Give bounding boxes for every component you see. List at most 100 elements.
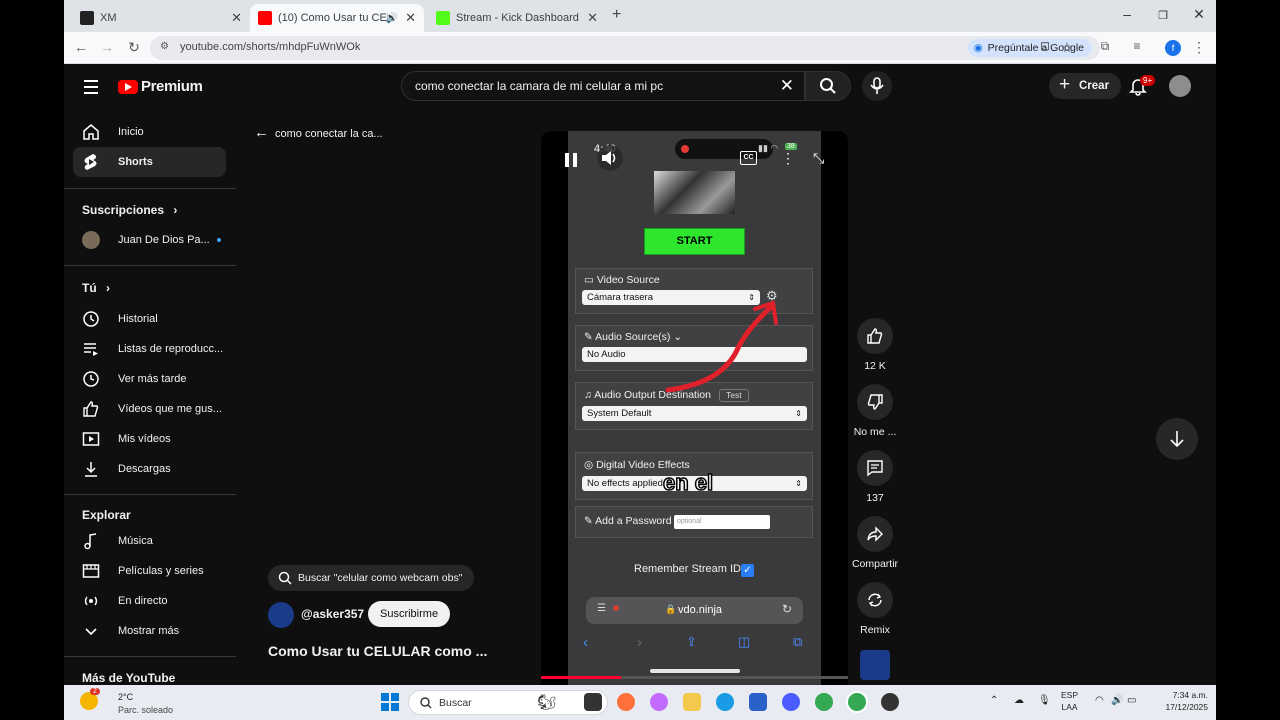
subscriptions-heading[interactable]: Suscripciones › xyxy=(82,203,177,217)
create-button[interactable]: Crear xyxy=(1049,72,1122,99)
sidebar-item-downloads[interactable]: Descargas xyxy=(73,454,226,484)
you-heading[interactable]: Tú › xyxy=(82,281,110,295)
sidebar-item-watch-later[interactable]: Ver más tarde xyxy=(73,364,226,394)
home-indicator xyxy=(650,669,740,673)
divider xyxy=(64,494,236,495)
taskbar-search-label: Buscar xyxy=(439,697,472,709)
like-button[interactable] xyxy=(857,318,893,354)
pause-icon[interactable] xyxy=(564,152,578,168)
back-to-search-button[interactable]: ← como conectar la ca... xyxy=(254,124,383,141)
install-app-icon[interactable]: ⊡ xyxy=(1036,39,1054,53)
video-progress-bar[interactable] xyxy=(541,676,848,679)
safari-forward-icon: › xyxy=(637,634,642,651)
chrome-active-icon[interactable] xyxy=(848,693,866,711)
language-indicator[interactable]: ESP LAA xyxy=(1061,689,1078,713)
subscribe-button[interactable]: Suscribirme xyxy=(368,601,451,627)
account-avatar[interactable] xyxy=(1169,75,1191,97)
speaker-tray-icon[interactable]: 🔊 xyxy=(1111,695,1123,707)
channel-name[interactable]: @asker357 xyxy=(301,607,364,621)
reload-icon[interactable]: ↻ xyxy=(125,39,143,56)
show-hidden-icons[interactable]: ⌃ xyxy=(990,695,998,707)
new-tab-button[interactable]: + xyxy=(612,6,621,24)
arc-icon[interactable] xyxy=(782,693,800,711)
dislike-button[interactable] xyxy=(857,384,893,420)
start-button[interactable]: START xyxy=(644,228,745,255)
remember-checkbox[interactable]: ✓ xyxy=(741,564,754,577)
profile-avatar[interactable]: f xyxy=(1165,40,1181,56)
back-arrow-icon: ← xyxy=(254,124,269,141)
sidebar-item-playlists[interactable]: Listas de reproducc... xyxy=(73,334,226,364)
speaker-icon[interactable]: 🔊 xyxy=(386,13,398,24)
close-tab-icon[interactable]: ✕ xyxy=(587,10,598,26)
windows-start-icon[interactable] xyxy=(381,693,399,711)
battery-tray-icon[interactable]: ▭ xyxy=(1127,695,1136,707)
chrome-icon[interactable] xyxy=(815,693,833,711)
channel-thumbnail[interactable] xyxy=(860,650,890,680)
youtube-logo[interactable]: Premium xyxy=(118,78,203,95)
tab-search-icon[interactable]: ⧉ xyxy=(1096,39,1114,54)
search-button[interactable] xyxy=(805,71,851,101)
mic-tray-icon[interactable]: 🎙 xyxy=(1038,695,1051,707)
close-tab-icon[interactable]: ✕ xyxy=(231,10,242,26)
taskbar-search[interactable]: Buscar 🐿 xyxy=(408,690,608,715)
file-explorer-icon[interactable] xyxy=(683,693,701,711)
bookmark-star-icon[interactable]: ☆ xyxy=(1058,39,1076,56)
task-view-icon[interactable] xyxy=(584,693,602,711)
tab-kick[interactable]: Stream - Kick Dashboard ✕ xyxy=(428,4,606,32)
site-info-icon[interactable]: ⚙ xyxy=(160,41,169,52)
sidebar-item-films[interactable]: Películas y series xyxy=(73,556,226,586)
channel-avatar[interactable] xyxy=(268,602,294,628)
close-window-button[interactable]: ✕ xyxy=(1182,6,1216,23)
share-button[interactable] xyxy=(857,516,893,552)
captions-button[interactable]: CC xyxy=(740,151,757,165)
edge-icon[interactable] xyxy=(716,693,734,711)
hamburger-menu-icon[interactable] xyxy=(84,80,98,98)
address-bar[interactable]: ⚙ youtube.com/shorts/mhdpFuWnWOk ◉ Pregú… xyxy=(150,36,1100,60)
wifi-icon[interactable]: ◠ xyxy=(1095,695,1104,707)
sidebar-item-my-videos[interactable]: Mis vídeos xyxy=(73,424,226,454)
obs-icon[interactable] xyxy=(881,693,899,711)
sidebar-item-liked[interactable]: Vídeos que me gus... xyxy=(73,394,226,424)
clear-search-icon[interactable]: ✕ xyxy=(780,76,794,96)
shorts-player[interactable]: 4:40 ▮▮ ◠ 38 START ▭ Video Source Cámara… xyxy=(541,131,848,685)
close-tab-icon[interactable]: ✕ xyxy=(405,10,416,26)
sidebar-item-inicio[interactable]: Inicio xyxy=(73,117,226,147)
sidebar-item-show-more[interactable]: Mostrar más xyxy=(73,616,226,646)
sidebar-item-historial[interactable]: Historial xyxy=(73,304,226,334)
forward-arrow-icon[interactable]: → xyxy=(98,39,116,55)
more-options-icon[interactable]: ⋮ xyxy=(781,150,795,167)
password-input[interactable]: optional xyxy=(674,515,770,529)
fullscreen-icon[interactable]: ⤡ xyxy=(813,150,824,167)
sidebar-item-live[interactable]: En directo xyxy=(73,586,226,616)
sidebar-item-subscription[interactable]: Juan De Dios Pa... xyxy=(73,225,226,255)
voice-search-button[interactable] xyxy=(862,71,892,101)
minimize-button[interactable]: – xyxy=(1110,6,1144,22)
firefox-icon[interactable] xyxy=(617,693,635,711)
search-suggestion-chip[interactable]: Buscar "celular como webcam obs" xyxy=(268,565,475,591)
share-icon xyxy=(867,526,883,542)
chevron-right-icon: › xyxy=(106,281,111,295)
next-short-button[interactable] xyxy=(1156,418,1198,460)
remix-button[interactable] xyxy=(857,582,893,618)
weather-condition: Parc. soleado xyxy=(118,705,174,715)
copilot-icon[interactable] xyxy=(650,693,668,711)
back-arrow-icon[interactable]: ← xyxy=(72,39,90,55)
clock[interactable]: 7:34 a.m. 17/12/2025 xyxy=(1158,689,1208,713)
sidebar-item-shorts[interactable]: Shorts xyxy=(73,147,226,177)
menu-kebab-icon[interactable]: ⋮ xyxy=(1190,39,1208,56)
volume-button[interactable] xyxy=(597,145,623,171)
media-control-icon[interactable]: ≡ xyxy=(1128,39,1146,53)
search-box[interactable]: como conectar la camara de mi celular a … xyxy=(401,71,805,101)
cloud-icon[interactable]: ☁ xyxy=(1014,695,1024,707)
tab-youtube[interactable]: (10) Como Usar tu CELULAR 🔊 ✕ xyxy=(250,4,424,32)
audio-output-select[interactable]: System Default ⇕ xyxy=(582,406,807,421)
sidebar-item-music[interactable]: Música xyxy=(73,526,226,556)
weather-temp: 2°C xyxy=(118,692,134,702)
search-input[interactable]: como conectar la camara de mi celular a … xyxy=(415,79,663,93)
lens-icon: ◉ xyxy=(973,42,983,54)
comments-button[interactable] xyxy=(857,450,893,486)
maximize-button[interactable]: ❐ xyxy=(1146,9,1180,22)
video-title[interactable]: Como Usar tu CELULAR como ... xyxy=(268,643,487,659)
store-icon[interactable] xyxy=(749,693,767,711)
tab-xm[interactable]: XM ✕ xyxy=(72,4,250,32)
